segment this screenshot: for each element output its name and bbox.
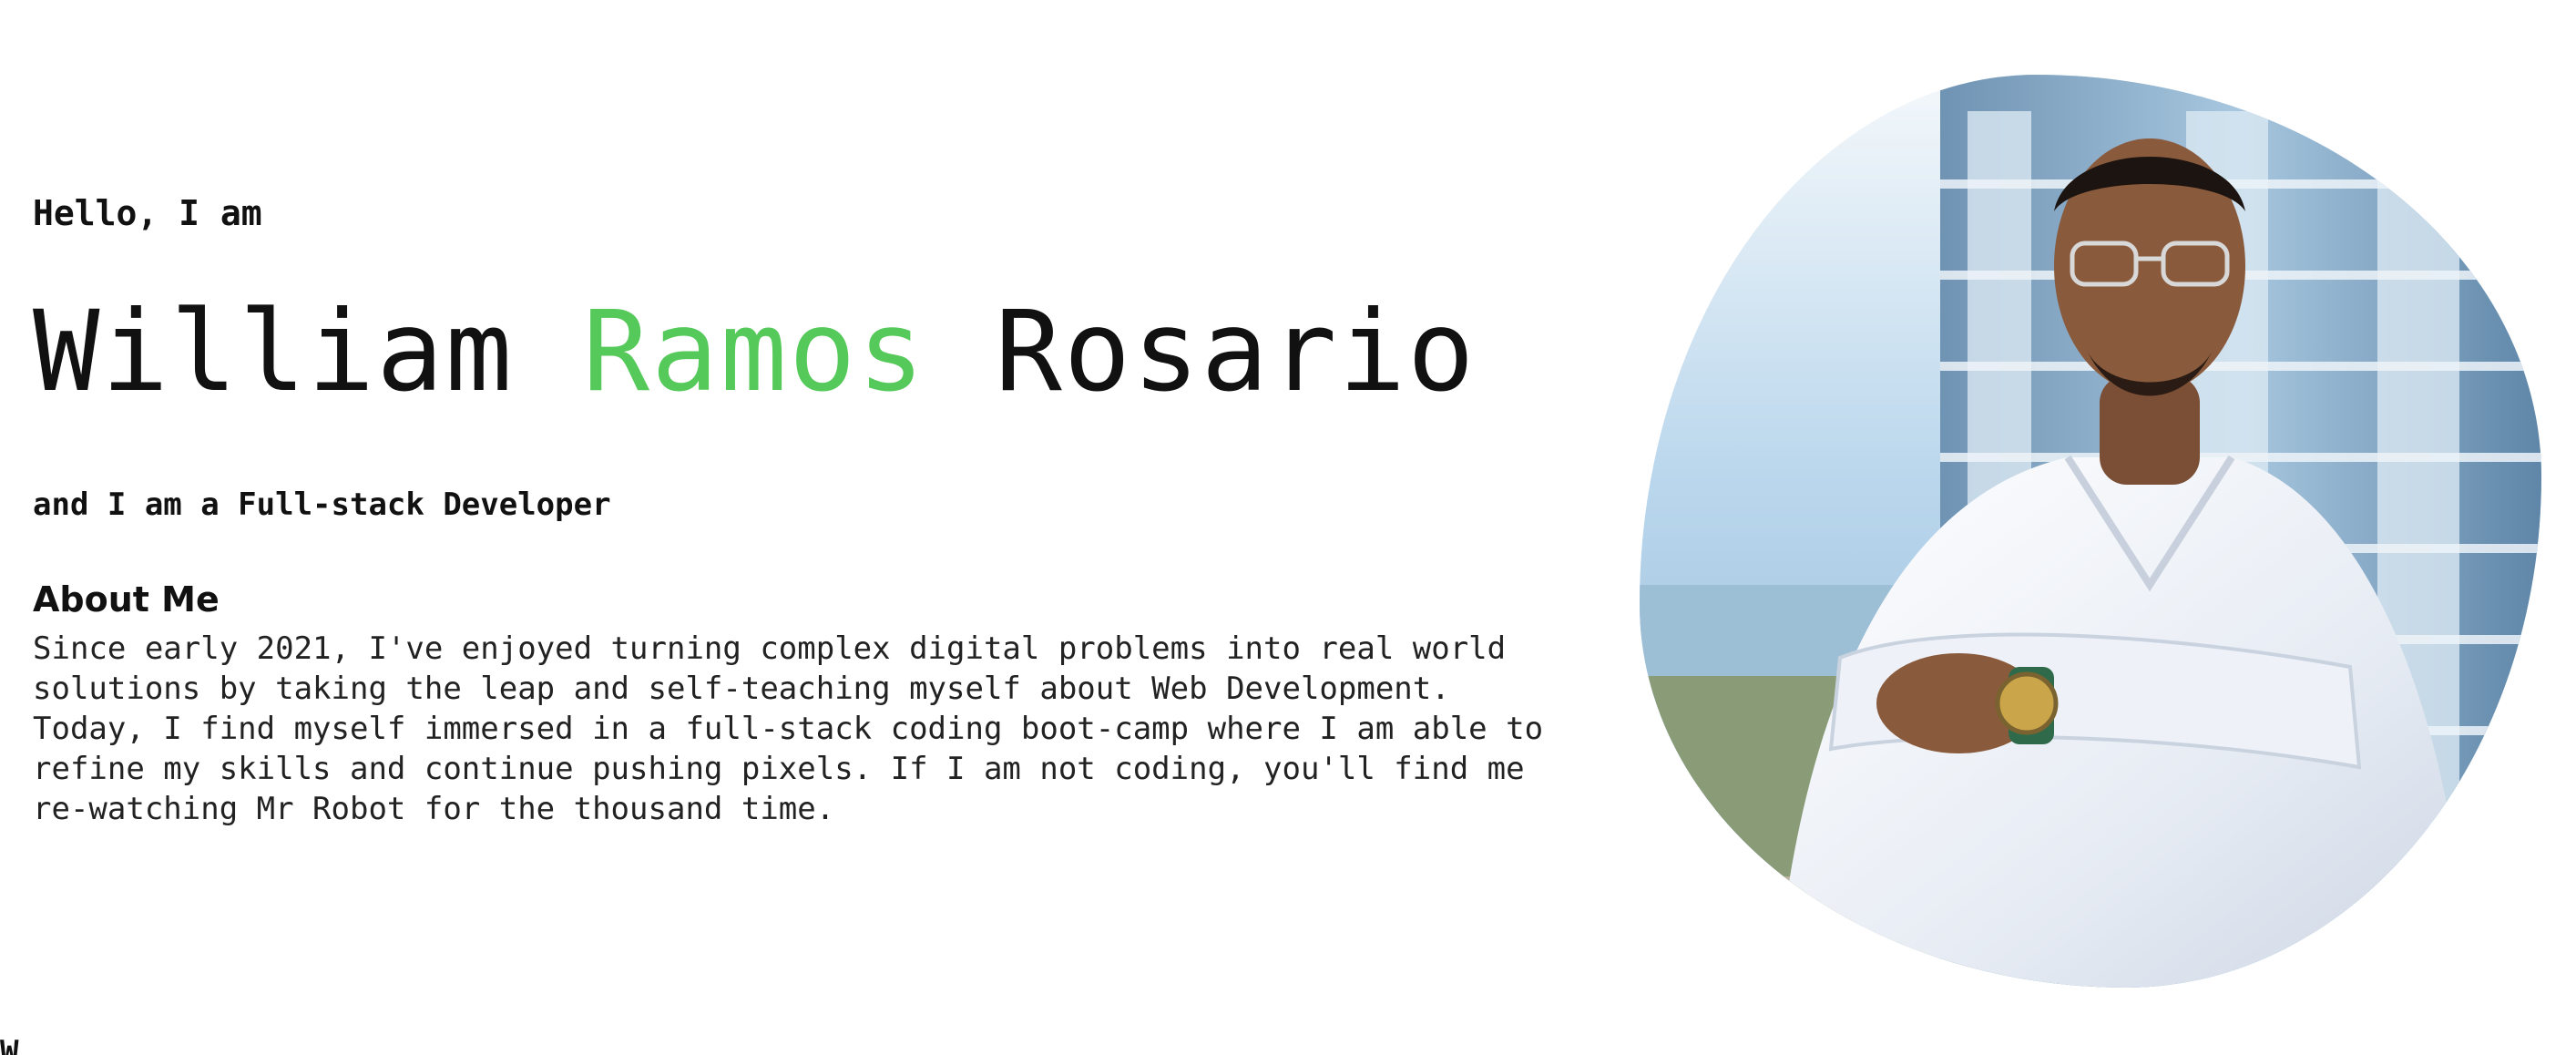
about-heading: About Me	[33, 579, 220, 620]
page-title: William Ramos Rosario	[33, 296, 1476, 407]
name-last: Rosario	[995, 287, 1477, 416]
portrait-photo-icon	[1640, 75, 2541, 988]
name-first: William	[33, 287, 515, 416]
about-paragraph: Since early 2021, I've enjoyed turning c…	[33, 630, 1544, 827]
tagline-text: and I am a Full-stack Developer	[33, 487, 611, 523]
profile-photo	[1640, 75, 2541, 988]
next-section-heading: W	[0, 1034, 19, 1055]
greeting-text: Hello, I am	[33, 193, 262, 233]
name-middle: Ramos	[582, 287, 926, 416]
portfolio-page: Hello, I am William Ramos Rosario and I …	[0, 0, 2576, 1055]
